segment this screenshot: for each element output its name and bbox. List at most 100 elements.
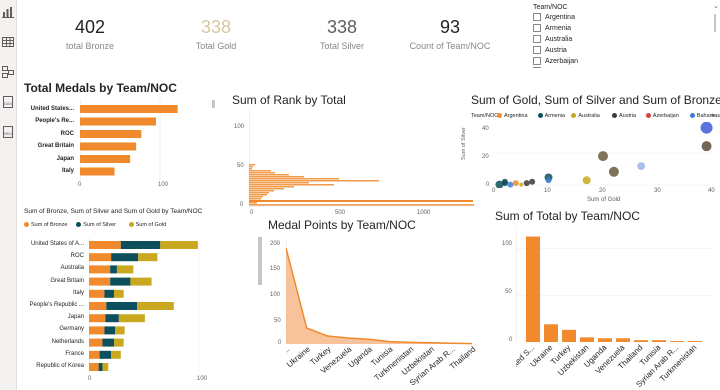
scatter-point[interactable] <box>529 178 536 185</box>
legend-item[interactable]: Argentina <box>497 113 528 119</box>
model-view-icon[interactable] <box>1 65 15 79</box>
bar[interactable] <box>249 184 334 186</box>
slicer-scrollbar[interactable] <box>714 14 716 32</box>
bar[interactable] <box>80 167 115 176</box>
bar-segment[interactable] <box>130 277 152 286</box>
bar[interactable] <box>249 198 261 200</box>
bar[interactable] <box>580 337 594 342</box>
bar-segment[interactable] <box>89 277 111 286</box>
bar-segment[interactable] <box>89 253 112 262</box>
report-view-icon[interactable] <box>1 5 15 19</box>
scatter-point[interactable] <box>501 178 508 185</box>
bar[interactable] <box>688 341 702 342</box>
scatter-point[interactable] <box>523 180 530 187</box>
table-view-icon[interactable] <box>1 35 15 49</box>
bar-segment[interactable] <box>89 314 106 323</box>
slicer-item[interactable]: Australia <box>533 35 572 43</box>
scatter-point[interactable] <box>519 182 524 187</box>
bar-segment[interactable] <box>104 289 115 298</box>
checkbox[interactable] <box>533 57 541 65</box>
scatter-point[interactable] <box>598 151 608 162</box>
slicer-chevron-icon[interactable]: ⌄ <box>713 2 719 10</box>
checkbox[interactable] <box>533 46 541 54</box>
bar-segment[interactable] <box>120 241 161 249</box>
bar[interactable] <box>616 338 630 342</box>
legend-item[interactable]: Australia <box>571 113 600 119</box>
legend-item[interactable]: Sum of Bronze <box>24 222 67 228</box>
slicer-item[interactable]: Argentina <box>533 13 575 21</box>
bar-segment[interactable] <box>89 326 105 335</box>
bar-segment[interactable] <box>104 326 116 335</box>
legend-item[interactable]: Sum of Silver <box>76 222 116 228</box>
bar-segment[interactable] <box>114 289 124 298</box>
bar-segment[interactable] <box>137 302 174 310</box>
bar-segment[interactable] <box>89 241 121 249</box>
chart-scrollbar[interactable] <box>258 237 262 285</box>
legend-item[interactable]: Austria <box>612 113 636 119</box>
bar-segment[interactable] <box>115 326 125 335</box>
checkbox[interactable] <box>533 35 541 43</box>
bar-segment[interactable] <box>89 265 111 274</box>
scatter-point[interactable] <box>512 180 519 187</box>
bar[interactable] <box>80 155 131 163</box>
legend-item[interactable]: Armenia <box>537 113 565 119</box>
scatter-point[interactable] <box>701 141 712 152</box>
slicer-item[interactable]: Armenia <box>533 24 571 32</box>
bar-segment[interactable] <box>89 289 105 298</box>
bar-segment[interactable] <box>105 314 119 323</box>
checkbox[interactable] <box>533 24 541 32</box>
bar[interactable] <box>249 202 257 204</box>
area-line[interactable] <box>286 247 473 345</box>
legend-item[interactable]: Sum of Gold <box>128 222 166 228</box>
bar-segment[interactable] <box>111 253 139 262</box>
bar[interactable] <box>249 194 267 196</box>
bar[interactable] <box>249 200 473 202</box>
bar[interactable] <box>249 170 271 172</box>
bar-segment[interactable] <box>116 265 134 274</box>
scatter-point[interactable] <box>582 176 591 185</box>
bar[interactable] <box>80 117 157 126</box>
legend-next-icon[interactable]: ▸ <box>712 111 716 119</box>
bar[interactable] <box>249 174 289 176</box>
bar[interactable] <box>80 130 142 138</box>
bar[interactable] <box>544 324 558 342</box>
bar[interactable] <box>80 105 178 113</box>
bar-segment[interactable] <box>110 277 131 286</box>
bar[interactable] <box>249 180 379 182</box>
bar[interactable] <box>249 204 474 206</box>
bar-segment[interactable] <box>99 350 112 359</box>
scatter-point[interactable] <box>700 122 713 134</box>
dax-query-icon[interactable]: DAX <box>1 95 15 109</box>
checkbox[interactable] <box>533 13 541 21</box>
bar[interactable] <box>249 192 269 194</box>
bar[interactable] <box>80 142 137 151</box>
bar[interactable] <box>249 166 253 168</box>
bar[interactable] <box>526 236 540 342</box>
scatter-point[interactable] <box>637 162 646 171</box>
bar[interactable] <box>249 178 339 180</box>
tmdl-view-icon[interactable]: TMDL <box>1 125 15 139</box>
bar-segment[interactable] <box>138 253 158 262</box>
scatter-point[interactable] <box>507 181 514 188</box>
bar-segment[interactable] <box>106 302 138 310</box>
legend-item[interactable]: Azerbaijan <box>645 113 679 119</box>
bar-segment[interactable] <box>160 241 198 249</box>
bar[interactable] <box>249 168 252 170</box>
slicer-item[interactable]: Austria <box>533 46 567 54</box>
bar[interactable] <box>249 172 275 174</box>
slicer-item[interactable]: Azerbaijan <box>533 57 578 65</box>
bar[interactable] <box>598 338 612 342</box>
bar-segment[interactable] <box>111 350 121 359</box>
bar-segment[interactable] <box>89 338 103 347</box>
scatter-point[interactable] <box>545 177 552 184</box>
bar[interactable] <box>652 340 666 342</box>
bar[interactable] <box>249 196 263 198</box>
bar-segment[interactable] <box>102 363 109 371</box>
bar-segment[interactable] <box>114 338 124 347</box>
bar[interactable] <box>249 188 284 190</box>
bar-segment[interactable] <box>102 338 115 347</box>
bar-segment[interactable] <box>110 265 117 274</box>
bar-segment[interactable] <box>118 314 145 323</box>
bar[interactable] <box>634 340 648 342</box>
chart-scrollbar[interactable] <box>212 100 215 108</box>
